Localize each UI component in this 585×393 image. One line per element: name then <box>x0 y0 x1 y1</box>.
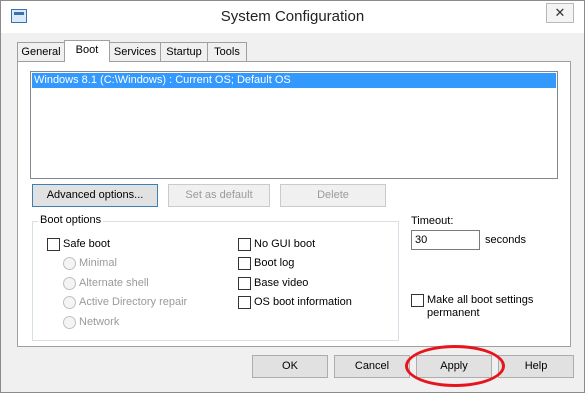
tab-general[interactable]: General <box>17 42 65 61</box>
ok-button[interactable]: OK <box>252 355 328 378</box>
checkbox-box[interactable] <box>238 296 251 309</box>
tab-tools[interactable]: Tools <box>207 42 247 61</box>
safe-boot-label: Safe boot <box>63 238 111 250</box>
system-configuration-window: System Configuration ✕ General Boot Serv… <box>0 0 585 393</box>
tab-startup[interactable]: Startup <box>160 42 208 61</box>
boot-tab-panel: Windows 8.1 (C:\Windows) : Current OS; D… <box>17 61 571 347</box>
radio-dot[interactable] <box>63 257 76 270</box>
tab-services[interactable]: Services <box>109 42 161 61</box>
radio-dot[interactable] <box>63 277 76 290</box>
set-as-default-button[interactable]: Set as default <box>168 184 270 207</box>
checkbox-box[interactable] <box>238 238 251 251</box>
delete-button[interactable]: Delete <box>280 184 386 207</box>
timeout-unit: seconds <box>485 234 526 246</box>
boot-options-group: Boot options Safe boot Minimal Alternate… <box>32 214 399 341</box>
apply-highlight-circle <box>405 345 505 387</box>
alternate-shell-label: Alternate shell <box>79 277 149 289</box>
no-gui-boot-label: No GUI boot <box>254 238 316 250</box>
advanced-options-button[interactable]: Advanced options... <box>32 184 158 207</box>
tab-boot[interactable]: Boot <box>64 40 110 62</box>
checkbox-box[interactable] <box>238 257 251 270</box>
boot-log-label: Boot log <box>254 257 295 269</box>
checkbox-box[interactable] <box>47 238 60 251</box>
active-directory-repair-label: Active Directory repair <box>79 296 188 308</box>
timeout-input[interactable]: 30 <box>411 230 480 250</box>
os-list[interactable]: Windows 8.1 (C:\Windows) : Current OS; D… <box>30 71 558 179</box>
title-bar: System Configuration ✕ <box>1 1 584 33</box>
os-list-item[interactable]: Windows 8.1 (C:\Windows) : Current OS; D… <box>32 73 556 88</box>
radio-dot[interactable] <box>63 296 76 309</box>
checkbox-box[interactable] <box>411 294 424 307</box>
make-permanent-label-line1: Make all boot settings <box>427 294 534 306</box>
checkbox-box[interactable] <box>238 277 251 290</box>
radio-dot[interactable] <box>63 316 76 329</box>
network-label: Network <box>79 316 120 328</box>
window-title: System Configuration <box>220 8 365 25</box>
boot-options-title: Boot options <box>38 214 104 226</box>
base-video-label: Base video <box>254 277 309 289</box>
os-boot-information-label: OS boot information <box>254 296 352 308</box>
make-permanent-label-line2: permanent <box>427 307 480 319</box>
timeout-label: Timeout: <box>411 215 454 227</box>
cancel-button[interactable]: Cancel <box>334 355 410 378</box>
close-button[interactable]: ✕ <box>546 3 574 23</box>
help-button[interactable]: Help <box>498 355 574 378</box>
minimal-label: Minimal <box>79 257 117 269</box>
